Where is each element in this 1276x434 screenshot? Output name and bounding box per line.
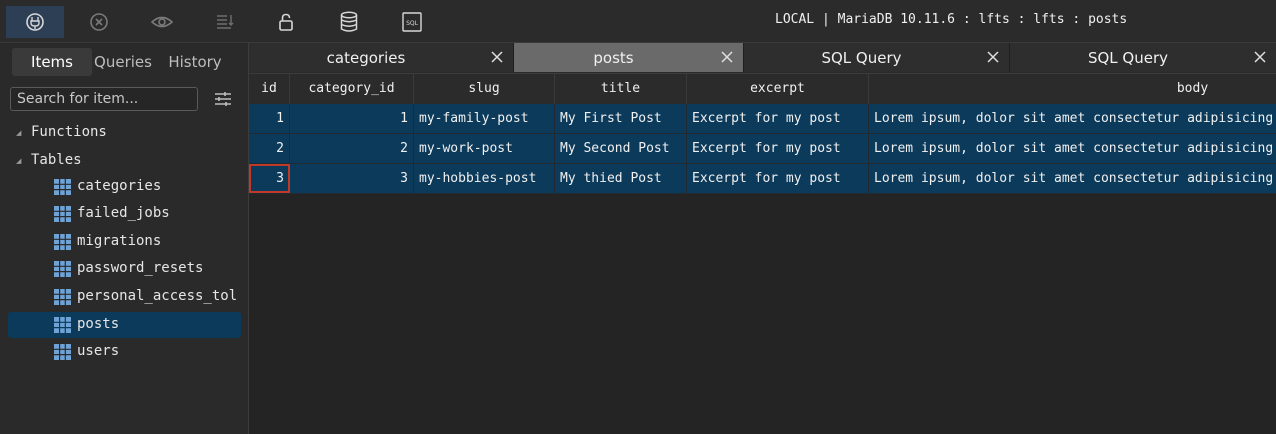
cell-body[interactable]: Lorem ipsum, dolor sit amet consectetur … xyxy=(869,164,1276,193)
grid-header: id category_id slug title excerpt body xyxy=(249,74,1276,105)
cell-slug[interactable]: my-family-post xyxy=(414,104,555,133)
column-header-id[interactable]: id xyxy=(249,74,290,104)
tab-posts[interactable]: posts xyxy=(514,43,744,72)
cell-title[interactable]: My Second Post xyxy=(555,134,687,163)
top-toolbar: SQL LOCAL | MariaDB 10.11.6 : lfts : lft… xyxy=(0,0,1276,43)
cell-id-focused[interactable]: 3 xyxy=(249,164,290,193)
connections-icon xyxy=(26,13,44,31)
column-header-body[interactable]: body xyxy=(869,74,1276,104)
cell-excerpt[interactable]: Excerpt for my post xyxy=(687,164,869,193)
cell-id[interactable]: 1 xyxy=(249,104,290,133)
connection-info: LOCAL | MariaDB 10.11.6 : lfts : lfts : … xyxy=(775,12,1128,27)
tab-sql-query-2[interactable]: SQL Query xyxy=(1010,43,1276,72)
table-item-migrations[interactable]: migrations xyxy=(8,229,241,255)
table-item-categories[interactable]: categories xyxy=(8,174,241,200)
column-header-slug[interactable]: slug xyxy=(414,74,555,104)
database-icon xyxy=(340,11,358,32)
sort-button[interactable] xyxy=(196,6,254,38)
caret-down-icon: ◢ xyxy=(16,157,22,165)
table-icon xyxy=(54,234,71,250)
sidebar: Items Queries History ◢ Functions ◢ Tabl… xyxy=(0,43,249,434)
column-header-category-id[interactable]: category_id xyxy=(290,74,414,104)
cell-body[interactable]: Lorem ipsum, dolor sit amet consectetur … xyxy=(869,104,1276,133)
table-icon xyxy=(54,179,71,195)
sidebar-tabs: Items Queries History xyxy=(8,48,240,78)
database-button[interactable] xyxy=(320,6,378,38)
sidebar-tab-items[interactable]: Items xyxy=(12,48,92,76)
table-row[interactable]: 2 2 my-work-post My Second Post Excerpt … xyxy=(249,134,1276,164)
sql-button[interactable]: SQL xyxy=(383,6,441,38)
tab-label: categories xyxy=(326,49,406,67)
data-grid: id category_id slug title excerpt body 1… xyxy=(249,74,1276,434)
table-item-label: personal_access_tol xyxy=(77,288,238,304)
table-item-failed-jobs[interactable]: failed_jobs xyxy=(8,201,241,227)
tree-group-tables[interactable]: ◢ Tables xyxy=(16,152,216,170)
table-item-password-resets[interactable]: password_resets xyxy=(8,256,241,282)
cell-excerpt[interactable]: Excerpt for my post xyxy=(687,104,869,133)
connections-button[interactable] xyxy=(6,6,64,38)
filter-settings-icon[interactable] xyxy=(214,90,232,108)
disconnect-icon xyxy=(90,13,108,31)
lock-icon xyxy=(279,13,293,31)
column-header-title[interactable]: title xyxy=(555,74,687,104)
tab-label: SQL Query xyxy=(1087,49,1169,67)
cell-slug[interactable]: my-work-post xyxy=(414,134,555,163)
table-item-users[interactable]: users xyxy=(8,339,241,365)
table-row[interactable]: 1 1 my-family-post My First Post Excerpt… xyxy=(249,104,1276,134)
table-icon xyxy=(54,289,71,305)
cell-category-id[interactable]: 2 xyxy=(290,134,414,163)
table-icon xyxy=(54,261,71,277)
tab-sql-query-1[interactable]: SQL Query xyxy=(744,43,1010,72)
tree-group-functions[interactable]: ◢ Functions xyxy=(16,124,216,142)
close-icon[interactable] xyxy=(987,51,999,63)
table-item-personal-access-tokens[interactable]: personal_access_tol xyxy=(8,284,241,310)
cell-slug[interactable]: my-hobbies-post xyxy=(414,164,555,193)
cell-category-id[interactable]: 1 xyxy=(290,104,414,133)
table-item-label: posts xyxy=(77,316,120,332)
table-item-label: users xyxy=(77,343,120,359)
cell-title[interactable]: My First Post xyxy=(555,104,687,133)
caret-down-icon: ◢ xyxy=(16,129,22,137)
tab-label: posts xyxy=(593,49,634,67)
editor-tabs: categories posts SQL Query SQL Query xyxy=(249,43,1276,74)
sql-icon-label: SQL xyxy=(406,20,419,27)
cell-body[interactable]: Lorem ipsum, dolor sit amet consectetur … xyxy=(869,134,1276,163)
view-icon xyxy=(150,16,174,28)
table-item-posts[interactable]: posts xyxy=(8,312,241,338)
sidebar-tab-history[interactable]: History xyxy=(158,48,232,76)
close-icon[interactable] xyxy=(721,51,733,63)
sidebar-tab-queries[interactable]: Queries xyxy=(92,48,154,76)
tab-label: SQL Query xyxy=(821,49,902,67)
table-item-label: password_resets xyxy=(77,260,204,276)
cell-category-id[interactable]: 3 xyxy=(290,164,414,193)
table-icon xyxy=(54,317,71,333)
cell-id[interactable]: 2 xyxy=(249,134,290,163)
view-button[interactable] xyxy=(133,6,191,38)
cell-title[interactable]: My thied Post xyxy=(555,164,687,193)
close-icon[interactable] xyxy=(1254,51,1266,63)
tree-group-label: Functions xyxy=(31,124,107,140)
table-item-label: failed_jobs xyxy=(77,205,170,221)
column-header-excerpt[interactable]: excerpt xyxy=(687,74,869,104)
tab-categories[interactable]: categories xyxy=(249,43,514,72)
table-icon xyxy=(54,344,71,360)
table-item-label: categories xyxy=(77,178,162,194)
sort-icon xyxy=(217,15,234,29)
sql-icon: SQL xyxy=(402,12,422,32)
table-row[interactable]: 3 3 my-hobbies-post My thied Post Excerp… xyxy=(249,164,1276,194)
search-input[interactable] xyxy=(10,87,198,111)
disconnect-button[interactable] xyxy=(70,6,128,38)
close-icon[interactable] xyxy=(491,51,503,63)
tree-group-label: Tables xyxy=(31,152,82,168)
table-item-label: migrations xyxy=(77,233,162,249)
lock-button[interactable] xyxy=(257,6,315,38)
table-icon xyxy=(54,206,71,222)
cell-excerpt[interactable]: Excerpt for my post xyxy=(687,134,869,163)
